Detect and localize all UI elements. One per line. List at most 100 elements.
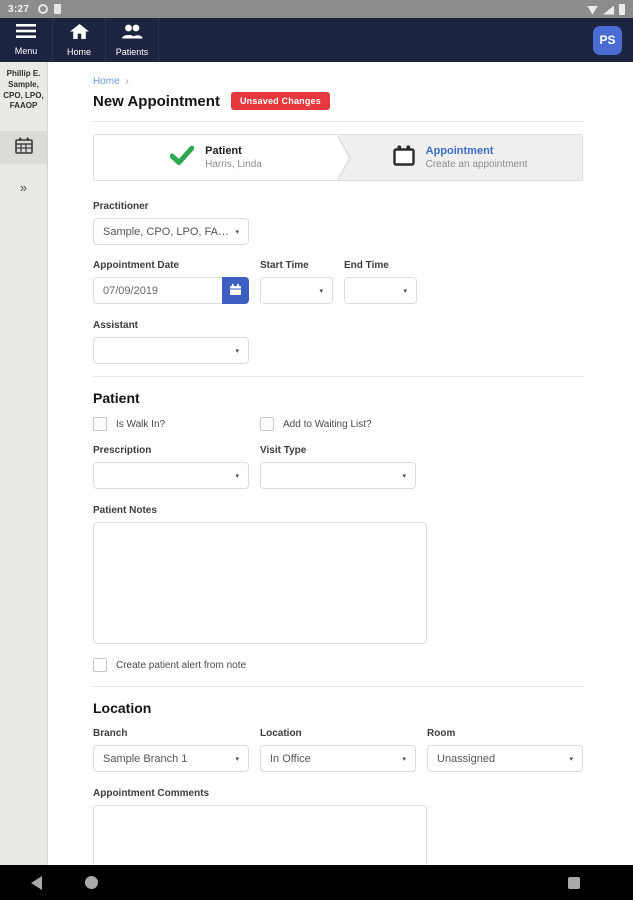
android-recents-button[interactable] xyxy=(568,877,580,889)
double-chevron-right-icon: » xyxy=(20,180,27,195)
caret-down-icon: ▾ xyxy=(403,287,407,295)
patient-checkbox-row: Is Walk In? Add to Waiting List? xyxy=(93,417,583,431)
patient-section-heading: Patient xyxy=(93,390,583,406)
caret-down-icon: ▾ xyxy=(235,228,239,236)
practitioner-label: Practitioner xyxy=(93,201,583,212)
caret-down-icon: ▾ xyxy=(569,755,573,763)
start-time-select[interactable]: ▾ xyxy=(260,277,333,304)
caret-down-icon: ▾ xyxy=(402,472,406,480)
page-title: New Appointment xyxy=(93,93,220,110)
branch-field: Branch Sample Branch 1 ▾ xyxy=(93,728,249,772)
calendar-icon xyxy=(229,283,242,299)
create-alert-checkbox[interactable]: Create patient alert from note xyxy=(93,658,583,672)
divider xyxy=(93,686,583,687)
divider xyxy=(93,121,583,122)
home-label: Home xyxy=(67,47,91,57)
waiting-list-label: Add to Waiting List? xyxy=(283,419,372,430)
location-field: Location In Office ▾ xyxy=(260,728,416,772)
app-screen: 3:27 Menu Home Patients xyxy=(0,0,633,900)
breadcrumb: Home › xyxy=(93,76,583,87)
branch-select[interactable]: Sample Branch 1 ▾ xyxy=(93,745,249,772)
user-avatar[interactable]: PS xyxy=(593,26,622,55)
home-button[interactable]: Home xyxy=(53,18,106,62)
android-back-button[interactable] xyxy=(31,876,42,890)
appointment-date-input[interactable] xyxy=(93,277,222,304)
check-icon xyxy=(170,146,194,170)
checkbox-icon xyxy=(93,417,107,431)
branch-label: Branch xyxy=(93,728,249,739)
unsaved-changes-badge: Unsaved Changes xyxy=(231,92,330,110)
assistant-select[interactable]: ▾ xyxy=(93,337,249,364)
location-row: Branch Sample Branch 1 ▾ Location In Off… xyxy=(93,728,583,772)
end-time-field: End Time ▾ xyxy=(344,260,417,304)
wifi-icon xyxy=(587,6,598,15)
caret-down-icon: ▾ xyxy=(319,287,323,295)
room-select[interactable]: Unassigned ▾ xyxy=(427,745,583,772)
rail-expand-button[interactable]: » xyxy=(0,172,47,202)
location-select[interactable]: In Office ▾ xyxy=(260,745,416,772)
status-bar: 3:27 xyxy=(0,0,633,18)
appointment-date-label: Appointment Date xyxy=(93,260,249,271)
end-time-select[interactable]: ▾ xyxy=(344,277,417,304)
breadcrumb-home-link[interactable]: Home xyxy=(93,76,120,87)
assistant-label: Assistant xyxy=(93,320,583,331)
appointment-comments-field: Appointment Comments xyxy=(93,788,583,865)
wizard-stepper: Patient Harris, Linda Appointment Create… xyxy=(93,134,583,181)
practitioner-select[interactable]: Sample, CPO, LPO, FAAOP, ... ▾ xyxy=(93,218,249,245)
title-row: New Appointment Unsaved Changes xyxy=(93,92,583,110)
location-label: Location xyxy=(260,728,416,739)
caret-down-icon: ▾ xyxy=(235,472,239,480)
content-panel: Home › New Appointment Unsaved Changes P… xyxy=(48,62,633,865)
step-patient-title: Patient xyxy=(205,145,262,157)
main-area: Phillip E. Sample, CPO, LPO, FAAOP » Hom… xyxy=(0,62,633,865)
calendar-icon xyxy=(15,137,33,159)
screen-record-icon xyxy=(38,4,48,14)
rail-item-calendar[interactable] xyxy=(0,131,47,164)
battery-icon xyxy=(619,4,625,15)
walk-in-checkbox[interactable]: Is Walk In? xyxy=(93,417,260,431)
step-appointment[interactable]: Appointment Create an appointment xyxy=(338,135,582,180)
patients-label: Patients xyxy=(116,47,149,57)
patient-notes-textarea[interactable] xyxy=(93,522,427,644)
status-notification-icons xyxy=(38,4,61,14)
android-home-button[interactable] xyxy=(85,876,98,889)
date-picker-button[interactable] xyxy=(222,277,249,304)
left-rail: Phillip E. Sample, CPO, LPO, FAAOP » xyxy=(0,62,48,865)
prescription-select[interactable]: ▾ xyxy=(93,462,249,489)
checkbox-icon xyxy=(93,658,107,672)
step-patient[interactable]: Patient Harris, Linda xyxy=(94,135,338,180)
create-alert-label: Create patient alert from note xyxy=(116,660,246,671)
storage-icon xyxy=(54,4,61,14)
step-appointment-subtitle: Create an appointment xyxy=(426,159,528,170)
walk-in-label: Is Walk In? xyxy=(116,419,165,430)
practitioner-field: Practitioner Sample, CPO, LPO, FAAOP, ..… xyxy=(93,201,583,245)
visit-type-field: Visit Type ▾ xyxy=(260,445,416,489)
app-bar: Menu Home Patients PS xyxy=(0,18,633,62)
breadcrumb-separator: › xyxy=(125,76,128,87)
location-section: Location Branch Sample Branch 1 ▾ Locati… xyxy=(93,700,583,865)
room-label: Room xyxy=(427,728,583,739)
cell-signal-icon xyxy=(603,6,614,15)
visit-type-select[interactable]: ▾ xyxy=(260,462,416,489)
prescription-row: Prescription ▾ Visit Type ▾ xyxy=(93,445,583,489)
assistant-field: Assistant ▾ xyxy=(93,320,583,364)
appointment-comments-label: Appointment Comments xyxy=(93,788,583,799)
practitioner-name: Phillip E. Sample, CPO, LPO, FAAOP xyxy=(0,62,47,112)
checkbox-icon xyxy=(260,417,274,431)
waiting-list-checkbox[interactable]: Add to Waiting List? xyxy=(260,417,372,431)
caret-down-icon: ▾ xyxy=(235,755,239,763)
start-time-field: Start Time ▾ xyxy=(260,260,333,304)
status-system-icons xyxy=(587,4,625,15)
prescription-field: Prescription ▾ xyxy=(93,445,249,489)
appointment-date-field: Appointment Date xyxy=(93,260,249,304)
patient-section: Patient Is Walk In? Add to Waiting List?… xyxy=(93,390,583,672)
appointment-comments-textarea[interactable] xyxy=(93,805,427,865)
patient-notes-label: Patient Notes xyxy=(93,505,583,516)
menu-button[interactable]: Menu xyxy=(0,18,53,62)
home-icon xyxy=(70,24,89,44)
calendar-icon xyxy=(393,145,415,171)
start-time-label: Start Time xyxy=(260,260,333,271)
patients-button[interactable]: Patients xyxy=(106,18,159,62)
prescription-label: Prescription xyxy=(93,445,249,456)
caret-down-icon: ▾ xyxy=(235,347,239,355)
